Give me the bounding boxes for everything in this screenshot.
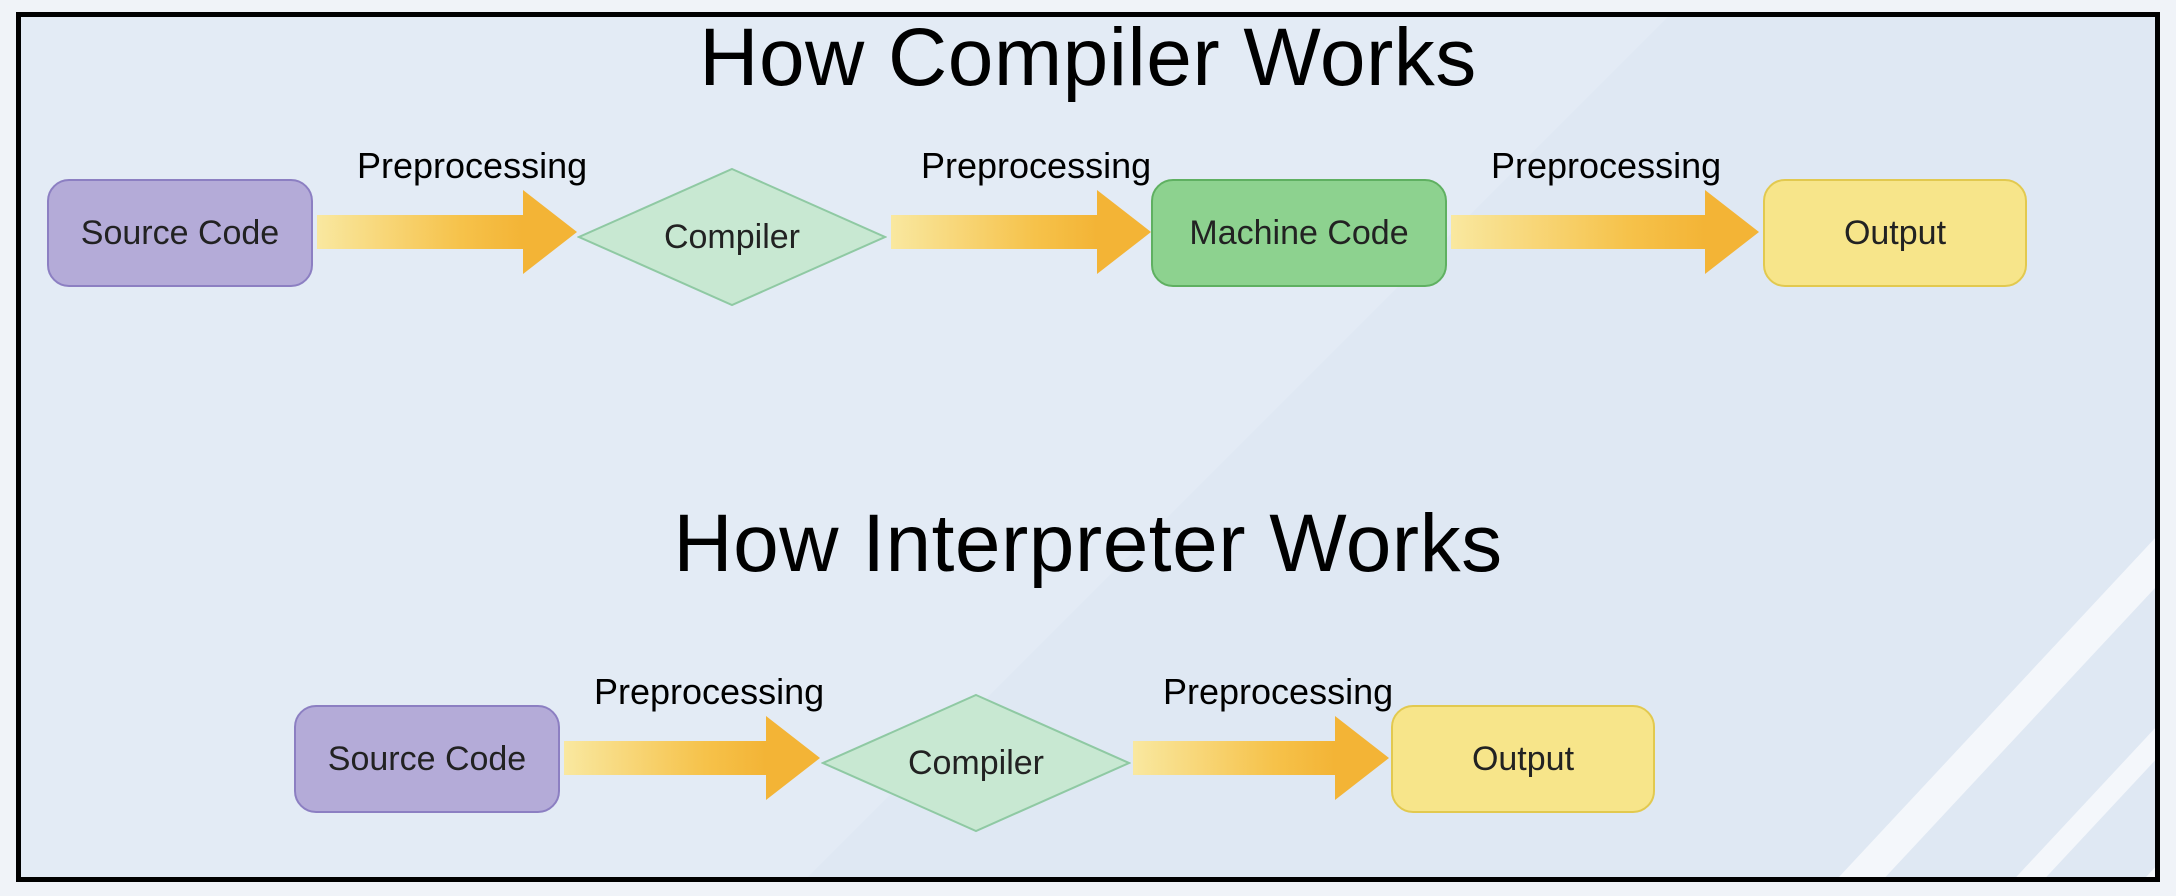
node-source-code-2: Source Code [294, 705, 560, 813]
node-compiler-label-2: Compiler [821, 693, 1131, 833]
node-compiler-label: Compiler [577, 167, 887, 307]
arrow-compiler-to-output-2: Preprocessing [1133, 713, 1389, 803]
node-compiler: Compiler [577, 167, 887, 307]
arrow-label: Preprocessing [1491, 145, 1721, 187]
diagram-frame: How Compiler Works Source Code Preproces… [16, 12, 2160, 882]
arrow-source-to-compiler: Preprocessing [317, 187, 577, 277]
arrow-label: Preprocessing [357, 145, 587, 187]
node-compiler-2: Compiler [821, 693, 1131, 833]
arrow-source-to-compiler-2: Preprocessing [564, 713, 820, 803]
node-output: Output [1763, 179, 2027, 287]
node-output-2: Output [1391, 705, 1655, 813]
node-machine-code: Machine Code [1151, 179, 1447, 287]
arrow-label: Preprocessing [1163, 671, 1393, 713]
arrow-compiler-to-machine: Preprocessing [891, 187, 1151, 277]
arrow-machine-to-output: Preprocessing [1451, 187, 1759, 277]
title-compiler: How Compiler Works [21, 12, 2155, 105]
node-source-code: Source Code [47, 179, 313, 287]
arrow-label: Preprocessing [594, 671, 824, 713]
arrow-label: Preprocessing [921, 145, 1151, 187]
title-interpreter: How Interpreter Works [21, 497, 2155, 591]
